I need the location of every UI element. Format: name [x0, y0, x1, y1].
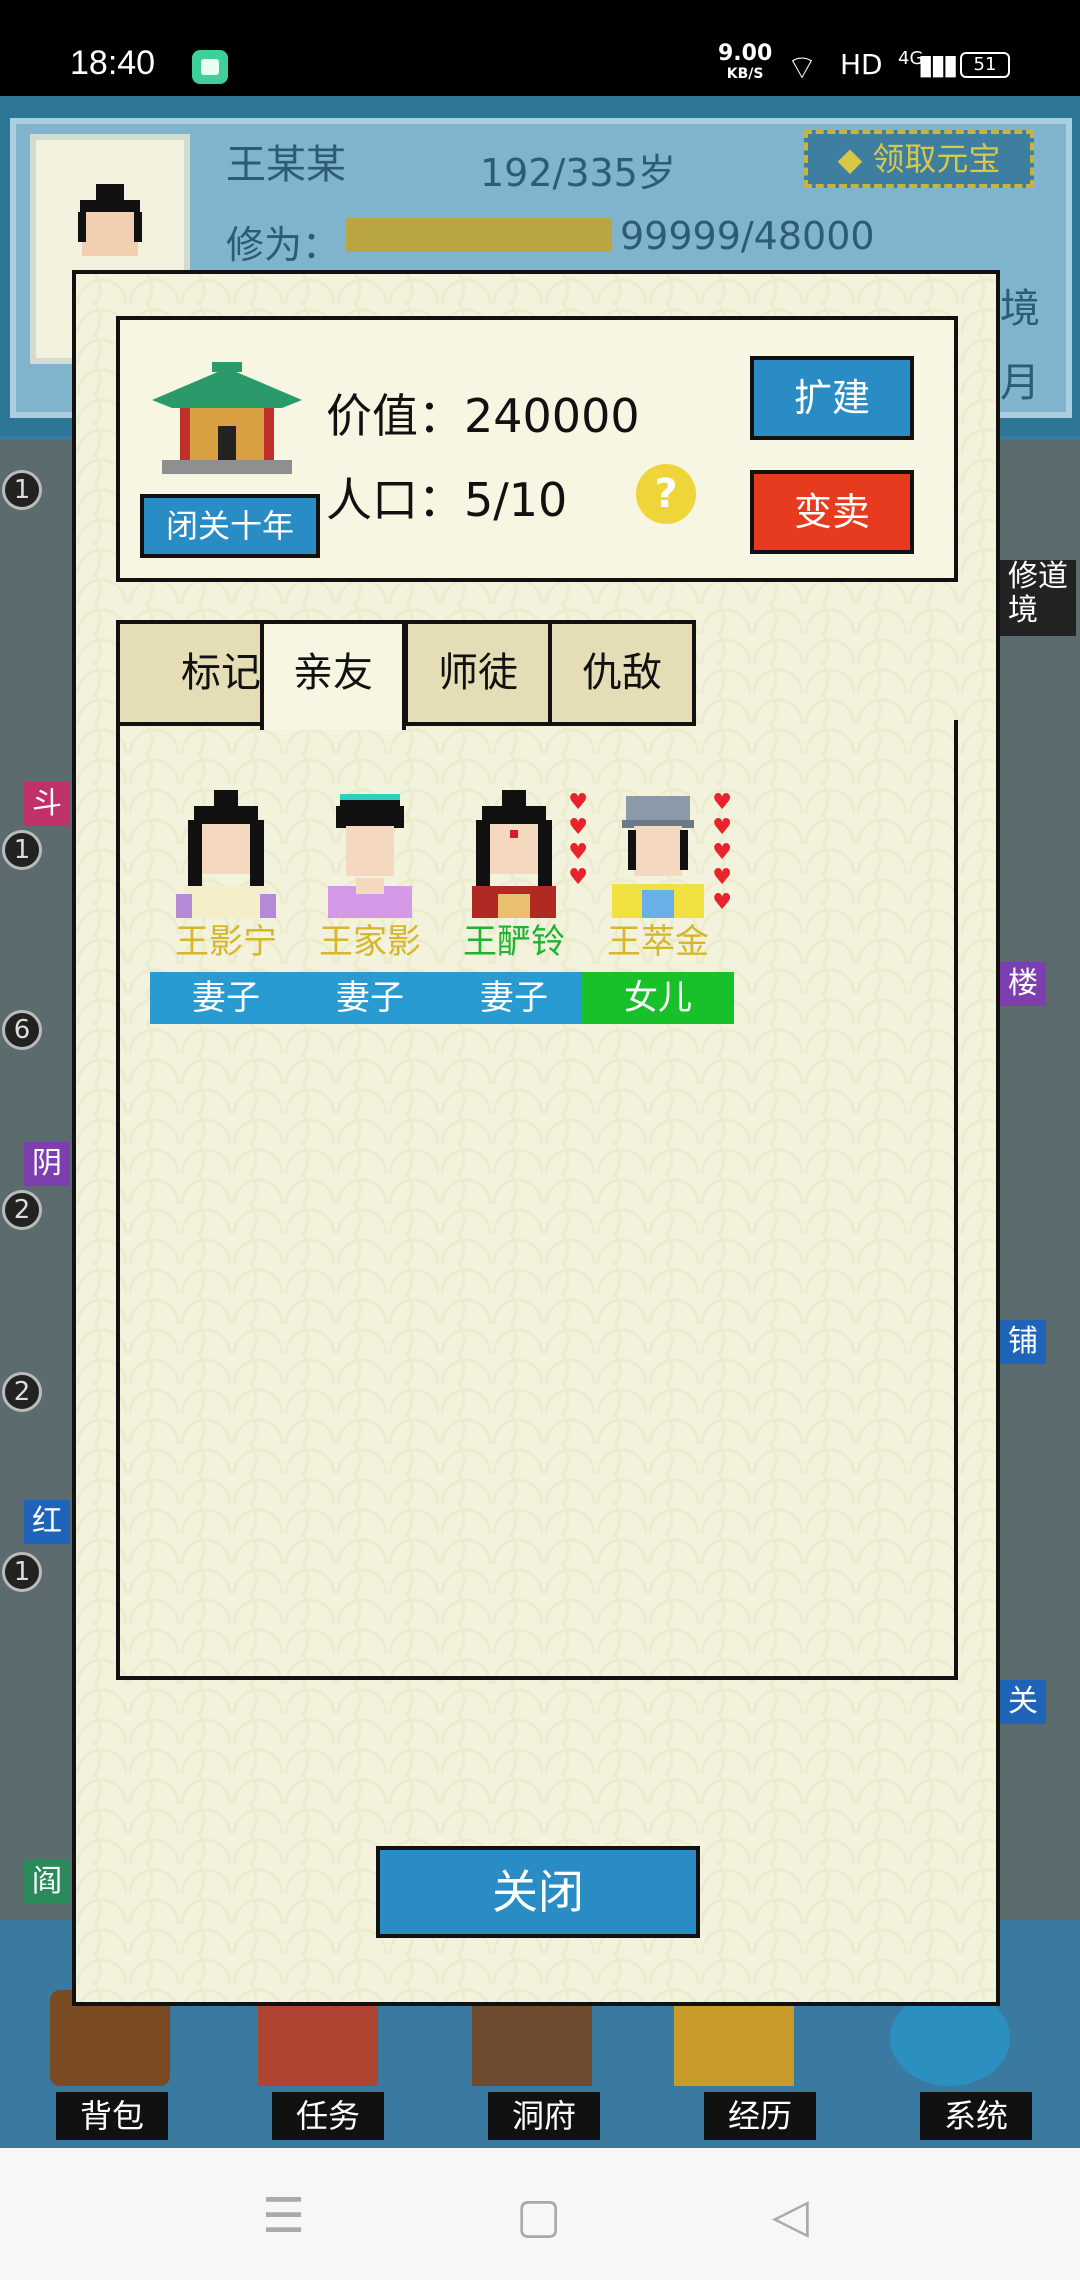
realm-text: 境: [1000, 286, 1040, 332]
location-tag[interactable]: 阎: [24, 1860, 70, 1904]
pavilion-icon: [152, 362, 302, 474]
claim-ingot-button[interactable]: ◆ 领取元宝: [804, 130, 1034, 188]
claim-ingot-label: 领取元宝: [872, 140, 1001, 178]
tab-enemies[interactable]: 仇敌: [548, 620, 696, 726]
member-relation-badge: 妻子: [150, 972, 302, 1024]
location-tag[interactable]: 关: [1000, 1680, 1046, 1724]
relation-tabs: 标记 亲友 师徒 仇敌: [116, 620, 958, 730]
member-name: 王家影: [319, 922, 421, 962]
tab-master-disciple[interactable]: 师徒: [404, 620, 552, 726]
list-count-badge: 6: [2, 1010, 42, 1050]
network-speed: 9.00 KB/S: [718, 41, 773, 84]
nav-tasks[interactable]: 任务: [272, 2092, 384, 2140]
back-icon[interactable]: ◁: [772, 2188, 809, 2244]
member-portrait: [166, 790, 286, 918]
home-icon[interactable]: ▢: [516, 2188, 561, 2244]
dwelling-value: 价值：240000: [326, 389, 640, 443]
network-speed-value: 9.00: [718, 41, 773, 66]
member-relation-badge: 妻子: [294, 972, 446, 1024]
member-card[interactable]: ♥ ♥ ♥ ♥ 王酽铃 妻子: [434, 790, 594, 1024]
close-button[interactable]: 关闭: [376, 1846, 700, 1938]
member-card[interactable]: 王影宁 妻子: [146, 790, 306, 1024]
cultivation-label: 修为：: [226, 223, 341, 267]
list-count-badge: 1: [2, 1552, 42, 1592]
player-name: 王某某: [226, 142, 346, 188]
player-age: 192/335岁: [480, 151, 676, 195]
location-tag[interactable]: 楼: [1000, 962, 1046, 1006]
nav-backpack[interactable]: 背包: [56, 2092, 168, 2140]
member-portrait: ♥ ♥ ♥ ♥: [454, 790, 588, 918]
location-tag[interactable]: 阴: [24, 1142, 70, 1186]
dwelling-info-panel: 闭关十年 价值：240000 人口：5/10 ? 扩建 变卖: [116, 316, 958, 582]
hd-indicator: HD: [840, 48, 883, 81]
dwelling-population: 人口：5/10: [326, 473, 568, 527]
nav-cave[interactable]: 洞府: [488, 2092, 600, 2140]
nav-history[interactable]: 经历: [704, 2092, 816, 2140]
member-relation-badge: 女儿: [582, 972, 734, 1024]
ingot-icon: ◆: [837, 140, 873, 178]
member-relation-badge: 妻子: [438, 972, 590, 1024]
dwelling-dialog: 闭关十年 价值：240000 人口：5/10 ? 扩建 变卖 标记 亲友 师徒 …: [72, 270, 1000, 2006]
affection-hearts: ♥ ♥ ♥ ♥ ♥: [712, 790, 732, 915]
status-bar: 18:40 9.00 KB/S ⌔ HD 4G ▮▮▮ 51: [0, 0, 1080, 96]
menu-icon[interactable]: ☰: [262, 2188, 305, 2244]
expand-button[interactable]: 扩建: [750, 356, 914, 440]
member-name: 王萃金: [607, 922, 709, 962]
status-time: 18:40: [70, 44, 156, 82]
member-portrait: [310, 790, 430, 918]
battery-icon: 51: [960, 52, 1010, 78]
app-notification-icon: [192, 50, 228, 84]
network-speed-unit: KB/S: [726, 66, 764, 82]
member-list: 王影宁 妻子 王家影 妻子 ♥ ♥ ♥ ♥ 王酽铃 妻子 ♥ ♥ ♥ ♥ ♥ 王…: [116, 720, 958, 1680]
help-icon[interactable]: ?: [636, 464, 696, 524]
list-count-badge: 1: [2, 470, 42, 510]
list-count-badge: 1: [2, 830, 42, 870]
signal-icon: ▮▮▮: [918, 48, 958, 81]
member-name: 王影宁: [175, 922, 277, 962]
wifi-icon: ⌔: [786, 48, 818, 88]
location-tag[interactable]: 红: [24, 1500, 70, 1544]
month-text: 月: [1000, 360, 1040, 406]
location-tag[interactable]: 修道 境: [1000, 560, 1076, 636]
list-count-badge: 2: [2, 1372, 42, 1412]
cultivation-bar: [346, 218, 612, 252]
member-portrait: ♥ ♥ ♥ ♥ ♥: [598, 790, 732, 918]
member-card[interactable]: ♥ ♥ ♥ ♥ ♥ 王萃金 女儿: [578, 790, 738, 1024]
member-card[interactable]: 王家影 妻子: [290, 790, 450, 1024]
sell-button[interactable]: 变卖: [750, 470, 914, 554]
member-name: 王酽铃: [463, 922, 565, 962]
tab-friends-family[interactable]: 亲友: [260, 620, 406, 730]
location-tag[interactable]: 斗: [24, 782, 70, 826]
list-count-badge: 2: [2, 1190, 42, 1230]
cultivation-value: 99999/48000: [620, 214, 875, 258]
retreat-ten-years-button[interactable]: 闭关十年: [140, 494, 320, 558]
location-tag[interactable]: 铺: [1000, 1320, 1046, 1364]
nav-system[interactable]: 系统: [920, 2092, 1032, 2140]
